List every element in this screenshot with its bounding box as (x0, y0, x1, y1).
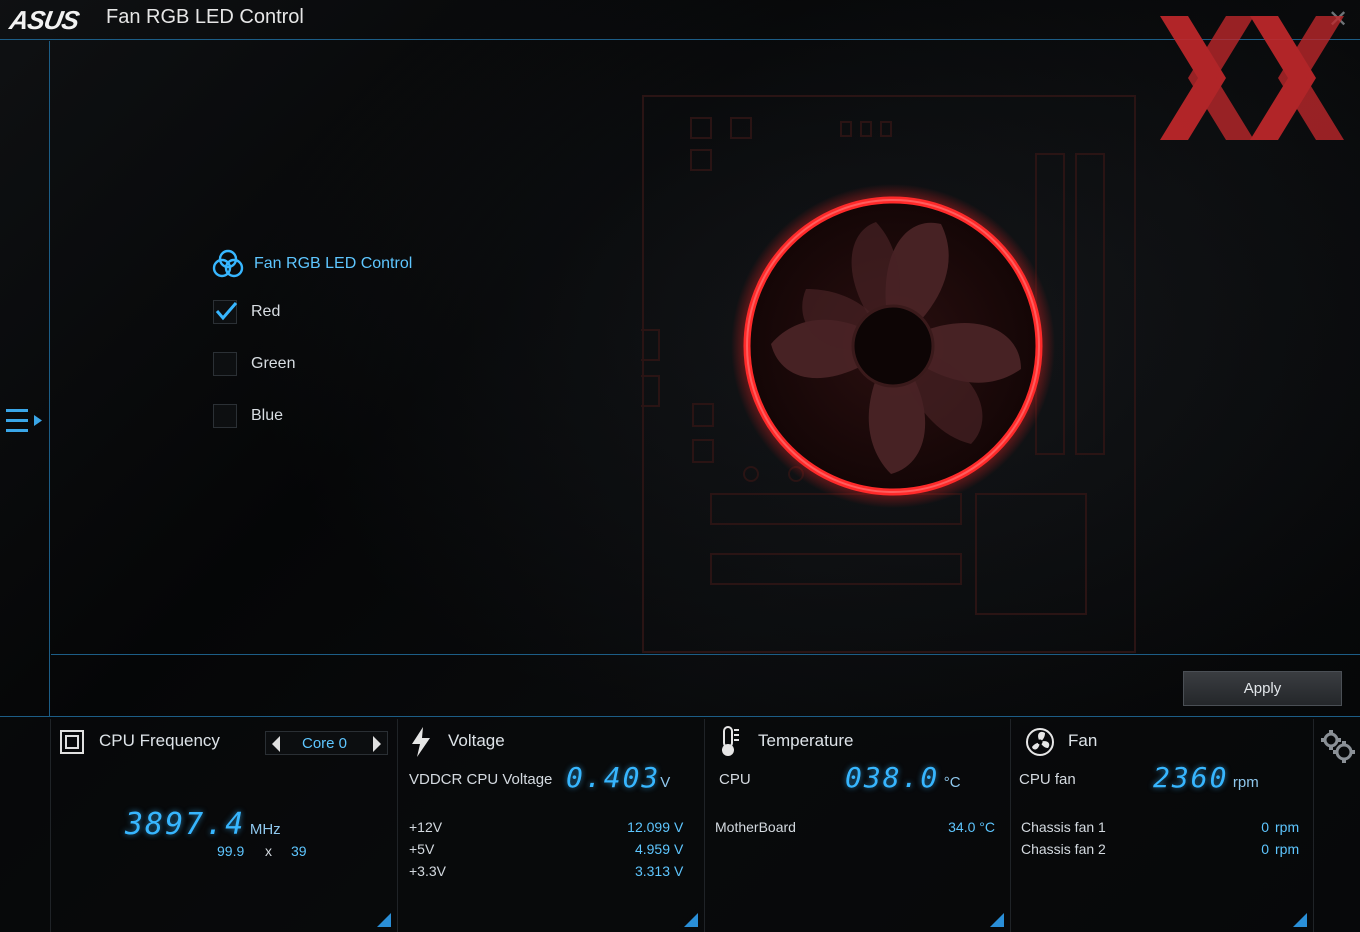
panel-expand-icon[interactable] (377, 913, 391, 927)
cpu-fan-value: 2360 (1153, 761, 1229, 794)
main-panel: Fan RGB LED Control Red Green Blue (51, 41, 1360, 655)
vcore-unit: V (660, 774, 671, 791)
title-bar: ASUS Fan RGB LED Control ✕ (0, 0, 1360, 40)
option-label-blue: Blue (251, 407, 284, 424)
cpu-temp-readout: 038.0 °C (845, 761, 961, 794)
cpu-times: x (265, 843, 272, 859)
cpu-frequency-title: CPU Frequency (99, 731, 220, 750)
motherboard-fan-illustration (641, 95, 1136, 653)
cpu-bclk: 99.9 (217, 843, 245, 859)
vcore-readout: 0.403V (566, 761, 670, 794)
volt-12-unit: V (674, 819, 684, 835)
window-title: Fan RGB LED Control (106, 6, 304, 28)
rgb-control-header: Fan RGB LED Control (211, 246, 412, 282)
option-label-red: Red (251, 303, 281, 320)
cpu-frequency-unit: MHz (249, 821, 281, 838)
cpu-fan-label: CPU fan (1019, 771, 1076, 788)
chassis-fan-1-value: 0 (1261, 819, 1269, 835)
panel-expand-icon[interactable] (684, 913, 698, 927)
volt-5-unit: V (674, 841, 684, 857)
cpu-fan-readout: 2360 rpm (1153, 761, 1259, 794)
voltage-panel: Voltage VDDCR CPU Voltage 0.403V +12V 12… (397, 719, 704, 932)
left-rail (0, 41, 50, 716)
option-green[interactable]: Green (213, 351, 295, 377)
volt-33-unit: V (674, 863, 684, 879)
cpu-chip-icon (60, 730, 84, 754)
rgb-circles-icon (212, 249, 244, 278)
temperature-title: Temperature (758, 731, 854, 750)
thermometer-icon (722, 726, 739, 756)
option-label-green: Green (251, 355, 296, 372)
mb-temp-value: 34.0 °C (948, 819, 995, 835)
cpu-temp-unit: °C (943, 774, 961, 791)
mb-temp-label: MotherBoard (715, 819, 796, 835)
green-checkbox[interactable] (213, 352, 237, 376)
cpu-frequency-value: 3897.4 (125, 807, 246, 842)
chassis-fan-1-label: Chassis fan 1 (1021, 819, 1106, 835)
settings-gear-icon[interactable] (1320, 728, 1356, 764)
panel-expand-icon[interactable] (1293, 913, 1307, 927)
panel-expand-icon[interactable] (990, 913, 1004, 927)
checkmark-icon (215, 302, 238, 321)
option-red[interactable]: Red (213, 299, 280, 325)
menu-toggle-icon[interactable] (4, 407, 44, 435)
fan-icon (1026, 728, 1054, 756)
volt-5-value: 4.959 (634, 841, 670, 857)
core-selector[interactable]: Core 0 (265, 731, 388, 755)
apply-button[interactable]: Apply (1183, 671, 1342, 706)
voltage-title: Voltage (448, 731, 505, 750)
asus-logo: ASUS (7, 5, 81, 35)
cpu-fan-unit: rpm (1232, 774, 1259, 791)
chassis-fan-2-label: Chassis fan 2 (1021, 841, 1106, 857)
core-prev-icon[interactable] (272, 736, 280, 752)
fan-title: Fan (1068, 731, 1098, 750)
cpu-frequency-panel: CPU Frequency Core 0 3897.4 MHz 99.9 x 3… (50, 719, 397, 932)
rgb-control-title: Fan RGB LED Control (254, 255, 413, 272)
fan-panel: Fan CPU fan 2360 rpm Chassis fan 1 0 rpm… (1010, 719, 1314, 932)
volt-33-label: +3.3V (409, 863, 446, 879)
lightning-icon (412, 727, 430, 757)
core-next-icon[interactable] (373, 736, 381, 752)
cpu-ratio: 39 (291, 843, 307, 859)
core-selected: Core 0 (302, 735, 348, 752)
red-checkbox[interactable] (213, 300, 238, 324)
cpu-frequency-readout: 3897.4 MHz (125, 807, 281, 842)
volt-12-label: +12V (409, 819, 443, 835)
chassis-fan-2-value: 0 (1261, 841, 1269, 857)
vcore-label: VDDCR CPU Voltage (409, 771, 553, 788)
chassis-fan-1-unit: rpm (1275, 819, 1300, 835)
chassis-fan-2-unit: rpm (1275, 841, 1300, 857)
volt-12-value: 12.099 (627, 819, 670, 835)
cpu-temp-label: CPU (719, 771, 751, 788)
monitor-bar: CPU Frequency Core 0 3897.4 MHz 99.9 x 3… (0, 716, 1360, 932)
cpu-temp-value: 038.0 (845, 761, 940, 794)
blue-checkbox[interactable] (213, 404, 237, 428)
vcore-value: 0.403 (566, 761, 661, 794)
option-blue[interactable]: Blue (213, 403, 283, 429)
temperature-panel: Temperature CPU 038.0 °C MotherBoard 34.… (704, 719, 1010, 932)
volt-5-label: +5V (409, 841, 435, 857)
volt-33-value: 3.313 (634, 863, 670, 879)
